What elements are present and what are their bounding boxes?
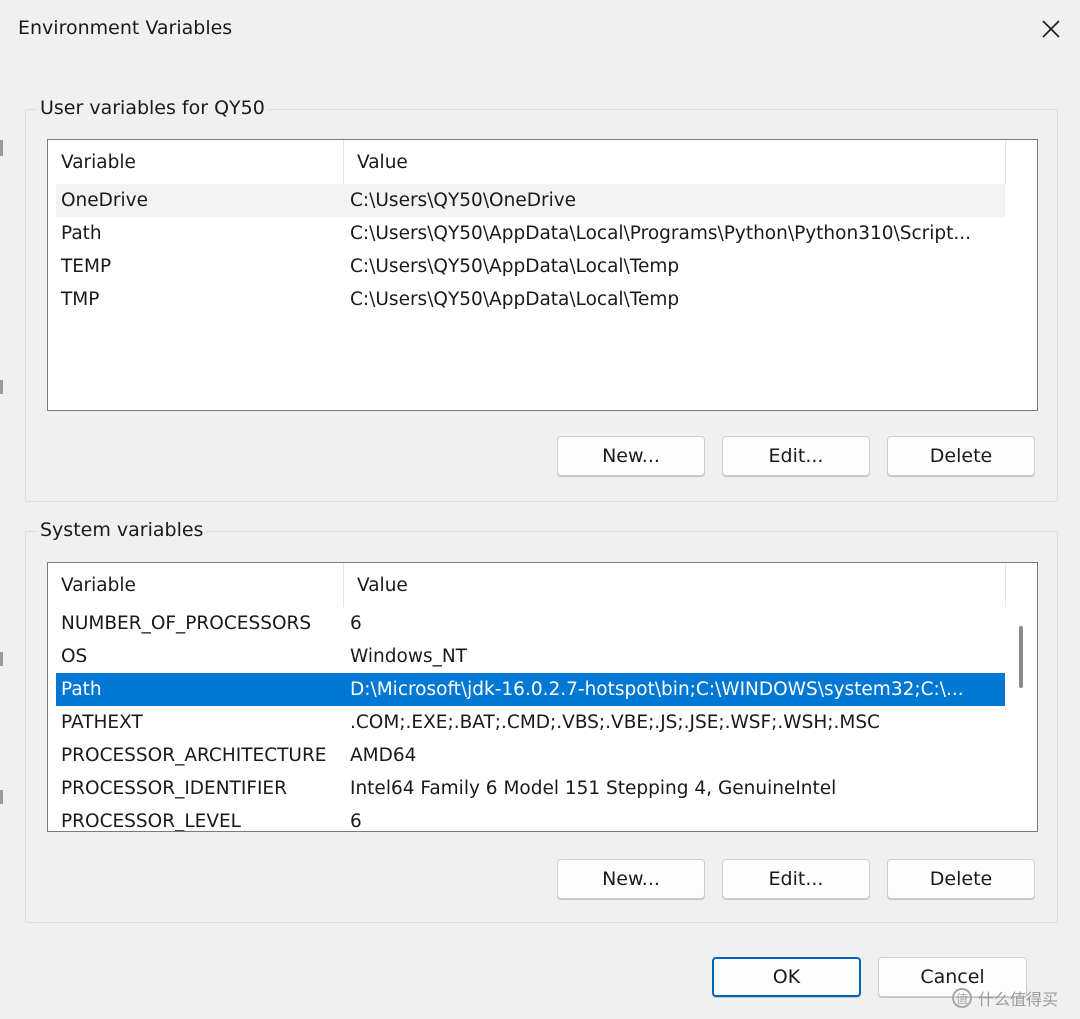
- system-variable-row[interactable]: PROCESSOR_LEVEL 6: [56, 805, 1005, 832]
- variable-value: C:\Users\QY50\OneDrive: [350, 190, 577, 211]
- variable-value: 6: [350, 811, 362, 832]
- system-variable-row[interactable]: OS Windows_NT: [56, 640, 1005, 673]
- user-variable-row[interactable]: Path C:\Users\QY50\AppData\Local\Program…: [56, 217, 1005, 250]
- variable-name: OS: [61, 646, 88, 667]
- background-edge-mark: [0, 790, 3, 804]
- watermark: 值 什么值得买: [952, 986, 1058, 1010]
- user-delete-button[interactable]: Delete: [887, 436, 1035, 476]
- variable-value: C:\Users\QY50\AppData\Local\Temp: [350, 289, 680, 310]
- system-variable-row[interactable]: PROCESSOR_ARCHITECTURE AMD64: [56, 739, 1005, 772]
- variable-name: OneDrive: [61, 190, 148, 211]
- variable-name: Path: [61, 679, 102, 700]
- system-delete-button[interactable]: Delete: [887, 859, 1035, 899]
- column-header-value[interactable]: Value: [344, 563, 1006, 607]
- close-icon: [1042, 20, 1060, 38]
- variable-name: NUMBER_OF_PROCESSORS: [61, 613, 312, 634]
- background-edge-mark: [0, 140, 3, 156]
- ok-button[interactable]: OK: [712, 957, 861, 997]
- variable-value: Windows_NT: [350, 646, 467, 667]
- user-variables-list[interactable]: Variable Value OneDrive C:\Users\QY50\On…: [47, 139, 1038, 411]
- watermark-text: 什么值得买: [978, 990, 1059, 1009]
- column-header-value[interactable]: Value: [344, 140, 1006, 184]
- variable-name: TEMP: [61, 256, 112, 277]
- variable-value: AMD64: [350, 745, 417, 766]
- variable-name: PROCESSOR_LEVEL: [61, 811, 241, 832]
- variable-name: PROCESSOR_IDENTIFIER: [61, 778, 287, 799]
- user-list-header: Variable Value: [48, 140, 1006, 184]
- system-list-header: Variable Value: [48, 563, 1006, 607]
- variable-value: D:\Microsoft\jdk-16.0.2.7-hotspot\bin;C:…: [350, 679, 964, 700]
- system-variable-row[interactable]: PATHEXT .COM;.EXE;.BAT;.CMD;.VBS;.VBE;.J…: [56, 706, 1005, 739]
- system-variable-row-selected[interactable]: Path D:\Microsoft\jdk-16.0.2.7-hotspot\b…: [56, 673, 1005, 706]
- system-list-scrollbar[interactable]: [1006, 563, 1037, 831]
- user-variable-row[interactable]: TEMP C:\Users\QY50\AppData\Local\Temp: [56, 250, 1005, 283]
- variable-value: Intel64 Family 6 Model 151 Stepping 4, G…: [350, 778, 837, 799]
- user-variable-row[interactable]: TMP C:\Users\QY50\AppData\Local\Temp: [56, 283, 1005, 316]
- variable-value: C:\Users\QY50\AppData\Local\Programs\Pyt…: [350, 223, 972, 244]
- user-variable-row[interactable]: OneDrive C:\Users\QY50\OneDrive: [56, 184, 1005, 217]
- close-button[interactable]: [1028, 10, 1074, 48]
- system-variables-label: System variables: [37, 519, 207, 541]
- variable-value: C:\Users\QY50\AppData\Local\Temp: [350, 256, 680, 277]
- user-variables-label: User variables for QY50: [37, 97, 268, 119]
- variable-name: PATHEXT: [61, 712, 143, 733]
- variable-name: TMP: [61, 289, 100, 310]
- system-variable-row[interactable]: PROCESSOR_IDENTIFIER Intel64 Family 6 Mo…: [56, 772, 1005, 805]
- background-edge-mark: [0, 380, 3, 394]
- user-new-button[interactable]: New...: [557, 436, 705, 476]
- window-title: Environment Variables: [18, 17, 233, 39]
- system-variables-list[interactable]: Variable Value NUMBER_OF_PROCESSORS 6 OS…: [47, 562, 1038, 832]
- system-edit-button[interactable]: Edit...: [722, 859, 870, 899]
- column-header-variable[interactable]: Variable: [48, 563, 344, 607]
- user-edit-button[interactable]: Edit...: [722, 436, 870, 476]
- variable-name: PROCESSOR_ARCHITECTURE: [61, 745, 327, 766]
- variable-value: .COM;.EXE;.BAT;.CMD;.VBS;.VBE;.JS;.JSE;.…: [350, 712, 880, 733]
- column-header-variable[interactable]: Variable: [48, 140, 344, 184]
- system-variable-row[interactable]: NUMBER_OF_PROCESSORS 6: [56, 607, 1005, 640]
- title-bar: Environment Variables: [0, 0, 1080, 58]
- system-new-button[interactable]: New...: [557, 859, 705, 899]
- variable-value: 6: [350, 613, 362, 634]
- background-edge-mark: [0, 652, 3, 666]
- watermark-logo-icon: 值: [952, 988, 972, 1008]
- variable-name: Path: [61, 223, 102, 244]
- scrollbar-thumb[interactable]: [1019, 626, 1023, 688]
- environment-variables-dialog: Environment Variables User variables for…: [0, 0, 1080, 1019]
